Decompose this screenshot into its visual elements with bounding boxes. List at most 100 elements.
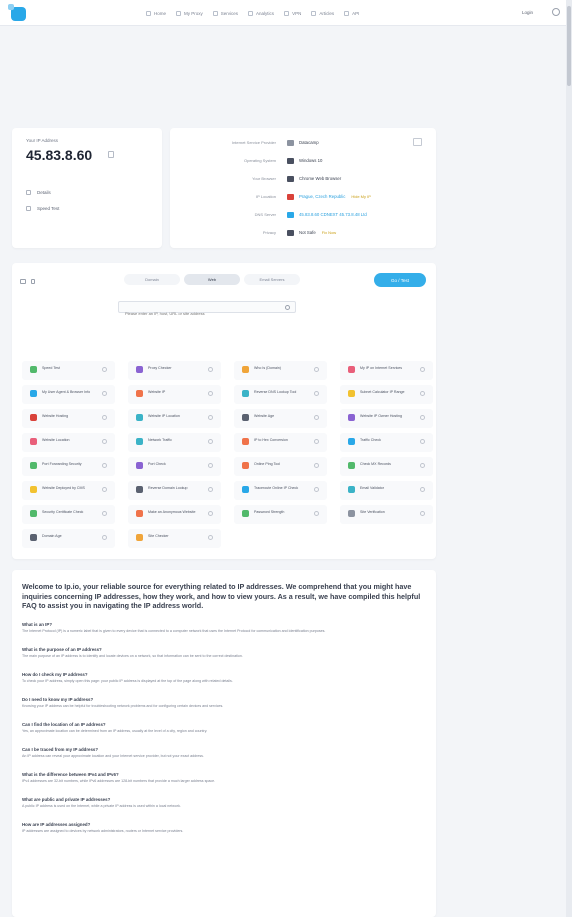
nav-item-vpn[interactable]: VPN: [284, 10, 301, 16]
tool-icon: [242, 438, 249, 445]
login-link[interactable]: Login: [522, 10, 533, 15]
tool-icon: [30, 390, 37, 397]
detail-icon: [287, 194, 294, 200]
nav-item-api[interactable]: API: [344, 10, 359, 16]
copy-icon[interactable]: [108, 151, 114, 158]
tool-icon: [348, 486, 355, 493]
tool-item[interactable]: Port Check: [128, 457, 221, 476]
detail-badge[interactable]: Hide My IP: [351, 194, 371, 199]
nav-item-proxy[interactable]: My Proxy: [176, 10, 203, 16]
detail-value[interactable]: 45.83.8.60 CDNEXT 45.73.8.48 Ltd: [299, 212, 367, 217]
tool-icon: [136, 390, 143, 397]
tool-item[interactable]: Subnet Calculator IP Range: [340, 385, 433, 404]
chevron-right-icon: [314, 487, 319, 492]
tool-item[interactable]: Website Hosting: [22, 409, 115, 428]
chevron-right-icon: [420, 415, 425, 420]
detail-row: Operating System Windows 10: [170, 156, 436, 168]
detail-row: Internet Service Provider Datacamp: [170, 138, 436, 150]
faq-section: Welcome to Ip.io, your reliable source f…: [12, 570, 436, 917]
detail-row: DNS Server 45.83.8.60 CDNEXT 45.73.8.48 L…: [170, 210, 436, 222]
chevron-right-icon: [208, 391, 213, 396]
tool-label: Who Is (Domain): [254, 366, 281, 370]
go-button[interactable]: Go / Test: [374, 273, 426, 287]
tool-item[interactable]: Website IP Location: [128, 409, 221, 428]
tool-item[interactable]: Website Deployed by CMS: [22, 481, 115, 500]
tool-icon: [348, 462, 355, 469]
detail-value[interactable]: Prague, Czech Republic Hide My IP: [299, 194, 371, 199]
faq-question: What is an IP?: [22, 622, 53, 627]
detail-row: Privacy Not Safe Fix Now: [170, 228, 436, 240]
faq-question: Do I need to know my IP address?: [22, 697, 94, 702]
detail-badge[interactable]: Fix Now: [322, 230, 336, 235]
tool-item[interactable]: Who Is (Domain): [234, 361, 327, 380]
chevron-right-icon: [102, 415, 107, 420]
search-icon[interactable]: [552, 8, 560, 16]
nav-item-home[interactable]: Home: [146, 10, 166, 16]
tool-item[interactable]: Site Checker: [128, 529, 221, 548]
analytics-icon: [248, 10, 254, 16]
tool-item[interactable]: Website IP: [128, 385, 221, 404]
tool-item[interactable]: IP to Hex Conversion: [234, 433, 327, 452]
faq-answer: A public IP address is used on the Inter…: [22, 804, 181, 808]
tool-icon: [348, 438, 355, 445]
connection-details-card: Internet Service Provider Datacamp Operati…: [170, 128, 436, 248]
tool-item[interactable]: Traceroute Online IP Check: [234, 481, 327, 500]
tool-item[interactable]: Password Strength: [234, 505, 327, 524]
site-logo[interactable]: [8, 4, 28, 22]
faq-question: How do I check my IP address?: [22, 672, 88, 677]
tool-label: Website IP Location: [148, 414, 180, 418]
nav-item-analytics[interactable]: Analytics: [248, 10, 274, 16]
tool-item[interactable]: Domain Age: [22, 529, 115, 548]
nav-item-services[interactable]: Services: [212, 10, 238, 16]
details-link[interactable]: Details: [26, 190, 51, 195]
speed-test-link[interactable]: Speed Test: [26, 206, 59, 211]
articles-icon: [311, 10, 317, 16]
tool-item[interactable]: Proxy Checker: [128, 361, 221, 380]
tool-item[interactable]: Port Forwarding Security: [22, 457, 115, 476]
tool-item[interactable]: Speed Test: [22, 361, 115, 380]
tool-item[interactable]: Traffic Check: [340, 433, 433, 452]
tool-item[interactable]: Email Validator: [340, 481, 433, 500]
tab-domain[interactable]: Domain: [124, 274, 180, 285]
tool-icon: [242, 486, 249, 493]
tool-item[interactable]: Website Age: [234, 409, 327, 428]
tool-icon: [30, 510, 37, 517]
detail-value: Chrome Web Browser: [299, 176, 342, 181]
tab-email-servers[interactable]: Email Servers: [244, 274, 300, 285]
tool-label: Domain Age: [42, 534, 62, 538]
scrollbar-thumb[interactable]: [567, 6, 571, 86]
tool-item[interactable]: Website Location: [22, 433, 115, 452]
tool-item[interactable]: Online Ping Tool: [234, 457, 327, 476]
detail-icon: [287, 158, 294, 164]
tab-web[interactable]: Web: [184, 274, 240, 285]
tool-item[interactable]: Check MX Records: [340, 457, 433, 476]
page-scrollbar[interactable]: [566, 0, 572, 917]
tool-icon: [242, 414, 249, 421]
detail-icon: [287, 140, 294, 146]
tool-item[interactable]: My User Agent & Browser Info: [22, 385, 115, 404]
tool-item[interactable]: Network Traffic: [128, 433, 221, 452]
faq-intro: Welcome to Ip.io, your reliable source f…: [22, 582, 421, 611]
tool-item[interactable]: Security Certificate Check: [22, 505, 115, 524]
tool-label: Subnet Calculator IP Range: [360, 390, 405, 394]
tool-item[interactable]: Site Verification: [340, 505, 433, 524]
view-toggle[interactable]: [20, 279, 35, 284]
tool-item[interactable]: My IP on Internet Services: [340, 361, 433, 380]
chevron-right-icon: [208, 463, 213, 468]
chevron-right-icon: [208, 535, 213, 540]
chevron-right-icon: [208, 487, 213, 492]
search-icon[interactable]: [285, 305, 290, 310]
tool-item[interactable]: Reverse DNS Lookup Tool: [234, 385, 327, 404]
tool-label: Site Checker: [148, 534, 169, 538]
faq-question: What are public and private IP addresses…: [22, 797, 111, 802]
nav-item-articles[interactable]: Articles: [311, 10, 334, 16]
services-icon: [212, 10, 218, 16]
tool-item[interactable]: Website IP Owner Hosting: [340, 409, 433, 428]
tool-icon: [136, 366, 143, 373]
tool-search-input[interactable]: [119, 308, 279, 319]
faq-item: What is an IP? The Internet Protocol (IP)…: [22, 622, 428, 634]
tool-item[interactable]: Make an Anonymous Website: [128, 505, 221, 524]
tool-item[interactable]: Reverse Domain Lookup: [128, 481, 221, 500]
chevron-right-icon: [102, 439, 107, 444]
tool-label: Check MX Records: [360, 462, 391, 466]
